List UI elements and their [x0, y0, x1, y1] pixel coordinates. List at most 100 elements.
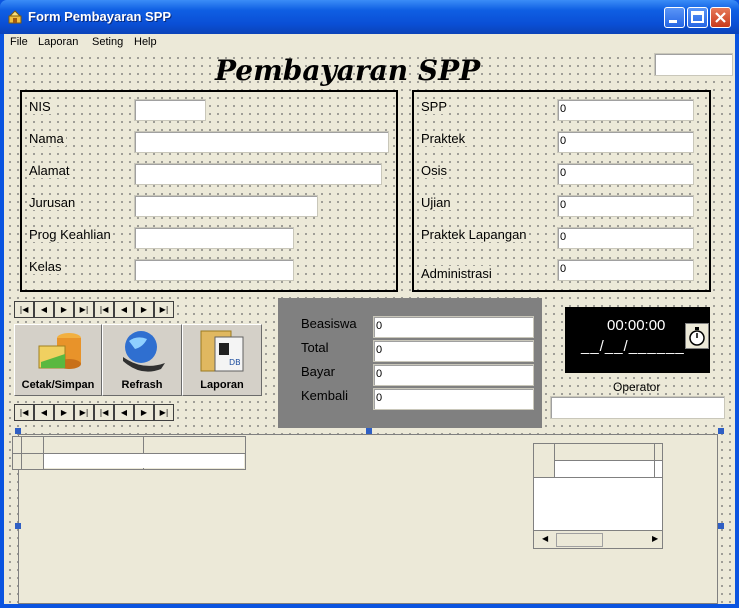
- operator-input[interactable]: [550, 396, 725, 419]
- prev-record-button[interactable]: ◀: [114, 301, 134, 318]
- prog-keahlian-input[interactable]: [134, 227, 294, 249]
- selection-handle: [366, 428, 372, 434]
- last-record-button[interactable]: ▶|: [74, 404, 94, 421]
- stopwatch-icon: [689, 327, 705, 346]
- report-folder-icon: DB: [200, 330, 244, 372]
- total-label: Total: [301, 340, 329, 355]
- total-input[interactable]: 0: [373, 340, 534, 362]
- selection-handle: [718, 428, 724, 434]
- next-record-button[interactable]: ▶: [134, 301, 154, 318]
- app-icon: [8, 10, 22, 24]
- close-icon: [715, 12, 726, 23]
- navigator-top-1: |◀ ◀ ▶ ▶|: [14, 301, 94, 318]
- praktek-lapangan-label: Praktek Lapangan: [419, 227, 529, 242]
- administrasi-input[interactable]: 0: [557, 259, 694, 281]
- nis-label: NIS: [27, 99, 53, 114]
- window-title: Form Pembayaran SPP: [28, 9, 172, 24]
- administrasi-label: Administrasi: [419, 266, 494, 281]
- bayar-input[interactable]: 0: [373, 364, 534, 386]
- nama-input[interactable]: [134, 131, 389, 153]
- refresh-button[interactable]: Refrash: [102, 324, 182, 396]
- svg-text:DB: DB: [229, 358, 241, 367]
- selection-handle: [15, 428, 21, 434]
- ujian-input[interactable]: 0: [557, 195, 694, 217]
- menu-laporan[interactable]: Laporan: [38, 36, 78, 48]
- ujian-label: Ujian: [419, 195, 453, 210]
- beasiswa-input[interactable]: 0: [373, 316, 534, 338]
- clock-panel: 00:00:00 __/__/______: [565, 307, 710, 373]
- menu-help[interactable]: Help: [134, 36, 157, 48]
- spp-label: SPP: [419, 99, 450, 114]
- data-grid-right[interactable]: ◀ ▶: [533, 443, 663, 549]
- scroll-left-icon[interactable]: ◀: [542, 534, 548, 543]
- clock-date: __/__/______: [581, 338, 685, 355]
- horizontal-scrollbar[interactable]: ◀ ▶: [534, 530, 662, 548]
- navigator-bottom-2: |◀ ◀ ▶ ▶|: [94, 404, 174, 421]
- prev-record-button[interactable]: ◀: [114, 404, 134, 421]
- navigator-top-2: |◀ ◀ ▶ ▶|: [94, 301, 174, 318]
- application-window: Form Pembayaran SPP File Laporan Seting …: [0, 0, 739, 608]
- minimize-button[interactable]: [664, 7, 685, 28]
- scroll-right-icon[interactable]: ▶: [652, 534, 658, 543]
- kelas-input[interactable]: [134, 259, 294, 281]
- operator-label: Operator: [613, 380, 661, 394]
- nis-input[interactable]: [134, 99, 206, 121]
- menu-bar: File Laporan Seting Help: [4, 34, 735, 52]
- menu-file[interactable]: File: [10, 36, 28, 48]
- clock-time: 00:00:00: [607, 317, 666, 334]
- osis-label: Osis: [419, 163, 449, 178]
- selection-handle: [15, 523, 21, 529]
- praktek-lapangan-input[interactable]: 0: [557, 227, 694, 249]
- alamat-label: Alamat: [27, 163, 72, 178]
- grid-line: [554, 444, 555, 477]
- next-record-button[interactable]: ▶: [134, 404, 154, 421]
- spp-input[interactable]: 0: [557, 99, 694, 121]
- prog-keahlian-label: Prog Keahlian: [27, 227, 113, 242]
- laporan-label: Laporan: [200, 379, 244, 391]
- top-right-field[interactable]: [654, 53, 733, 76]
- first-record-button[interactable]: |◀: [94, 301, 114, 318]
- nama-label: Nama: [27, 131, 66, 146]
- minimize-icon: [669, 20, 677, 23]
- cetak-simpan-button[interactable]: Cetak/Simpan: [14, 324, 102, 396]
- title-bar[interactable]: Form Pembayaran SPP: [0, 0, 739, 34]
- selection-handle: [718, 523, 724, 529]
- praktek-label: Praktek: [419, 131, 468, 146]
- next-record-button[interactable]: ▶: [54, 404, 74, 421]
- prev-record-button[interactable]: ◀: [34, 301, 54, 318]
- first-record-button[interactable]: |◀: [14, 404, 34, 421]
- database-save-icon: [38, 333, 81, 369]
- refresh-globe-icon: [123, 331, 165, 372]
- jurusan-label: Jurusan: [27, 195, 78, 210]
- page-title: Pembayaran SPP: [215, 54, 481, 87]
- scroll-thumb[interactable]: [556, 533, 603, 547]
- close-button[interactable]: [710, 7, 731, 28]
- maximize-icon: [691, 11, 704, 23]
- alamat-input[interactable]: [134, 163, 382, 185]
- data-grid-left[interactable]: [12, 436, 246, 470]
- last-record-button[interactable]: ▶|: [154, 404, 174, 421]
- praktek-input[interactable]: 0: [557, 131, 694, 153]
- refresh-label: Refrash: [121, 379, 163, 391]
- last-record-button[interactable]: ▶|: [74, 301, 94, 318]
- kembali-input[interactable]: 0: [373, 388, 534, 410]
- jurusan-input[interactable]: [134, 195, 318, 217]
- kelas-label: Kelas: [27, 259, 64, 274]
- next-record-button[interactable]: ▶: [54, 301, 74, 318]
- maximize-button[interactable]: [687, 7, 708, 28]
- osis-input[interactable]: 0: [557, 163, 694, 185]
- menu-seting[interactable]: Seting: [92, 36, 123, 48]
- kembali-label: Kembali: [301, 388, 348, 403]
- first-record-button[interactable]: |◀: [94, 404, 114, 421]
- grid-cell[interactable]: [44, 454, 244, 468]
- navigator-bottom-1: |◀ ◀ ▶ ▶|: [14, 404, 94, 421]
- row-indicator: [534, 460, 554, 478]
- beasiswa-label: Beasiswa: [301, 316, 357, 331]
- last-record-button[interactable]: ▶|: [154, 301, 174, 318]
- grid-line: [534, 477, 662, 478]
- prev-record-button[interactable]: ◀: [34, 404, 54, 421]
- laporan-button[interactable]: DB Laporan: [182, 324, 262, 396]
- cetak-simpan-label: Cetak/Simpan: [21, 379, 95, 391]
- timer-button[interactable]: [685, 323, 709, 349]
- first-record-button[interactable]: |◀: [14, 301, 34, 318]
